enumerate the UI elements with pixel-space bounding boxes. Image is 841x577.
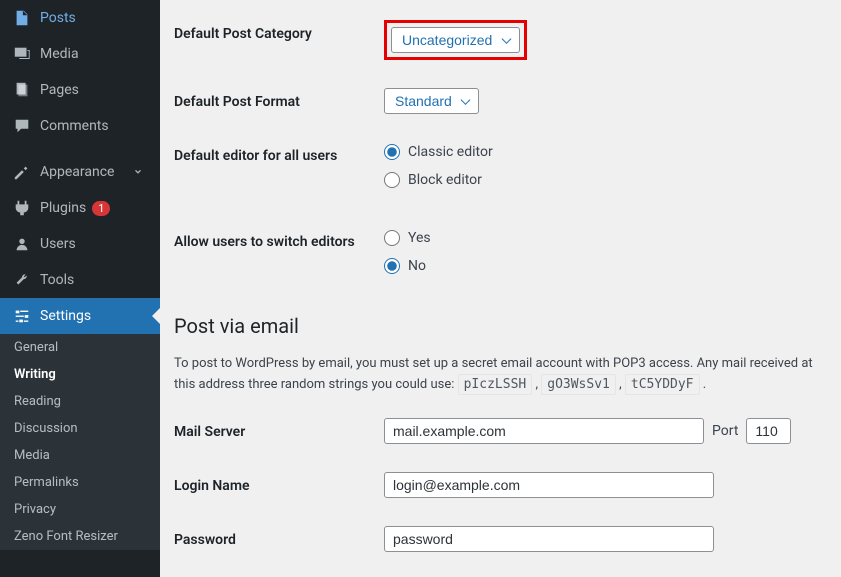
- sidebar-item-comments[interactable]: Comments: [0, 108, 160, 144]
- sidebar-item-posts[interactable]: Posts: [0, 0, 160, 36]
- mail-server-label: Mail Server: [174, 418, 384, 440]
- submenu-item-privacy[interactable]: Privacy: [0, 496, 160, 523]
- tools-icon: [12, 270, 32, 290]
- sidebar-item-label: Media: [40, 46, 79, 62]
- users-icon: [12, 234, 32, 254]
- password-input[interactable]: [384, 526, 714, 552]
- plugins-icon: [12, 198, 32, 218]
- submenu-item-reading[interactable]: Reading: [0, 388, 160, 415]
- submenu-item-writing[interactable]: Writing: [0, 361, 160, 388]
- default-post-format-label: Default Post Format: [174, 88, 384, 110]
- sidebar-item-label: Tools: [40, 272, 74, 288]
- radio-switch-yes[interactable]: Yes: [384, 230, 831, 246]
- sidebar-item-appearance[interactable]: Appearance: [0, 154, 160, 190]
- radio-label: Yes: [408, 230, 431, 246]
- radio-switch-yes-input[interactable]: [384, 230, 400, 246]
- sidebar-item-label: Pages: [40, 82, 79, 98]
- radio-block-editor-input[interactable]: [384, 172, 400, 188]
- post-via-email-heading: Post via email: [174, 314, 831, 338]
- default-editor-label: Default editor for all users: [174, 142, 384, 164]
- submenu-item-discussion[interactable]: Discussion: [0, 415, 160, 442]
- appearance-icon: [12, 162, 32, 182]
- posts-icon: [12, 8, 32, 28]
- admin-sidebar: Posts Media Pages Comments Appearance Pl…: [0, 0, 160, 577]
- sidebar-item-pages[interactable]: Pages: [0, 72, 160, 108]
- password-label: Password: [174, 526, 384, 548]
- port-label: Port: [712, 423, 738, 439]
- login-name-label: Login Name: [174, 472, 384, 494]
- sidebar-item-settings[interactable]: Settings: [0, 298, 160, 334]
- submenu-item-zeno-font-resizer[interactable]: Zeno Font Resizer: [0, 523, 160, 550]
- allow-switch-label: Allow users to switch editors: [174, 228, 384, 250]
- mail-server-input[interactable]: [384, 418, 704, 444]
- submenu-item-media[interactable]: Media: [0, 442, 160, 469]
- submenu-item-general[interactable]: General: [0, 334, 160, 361]
- login-name-input[interactable]: [384, 472, 714, 498]
- media-icon: [12, 44, 32, 64]
- port-input[interactable]: [746, 418, 791, 444]
- default-post-category-label: Default Post Category: [174, 20, 384, 42]
- random-string-code: pIczLSSH: [458, 374, 533, 395]
- submenu-item-permalinks[interactable]: Permalinks: [0, 469, 160, 496]
- settings-icon: [12, 306, 32, 326]
- sidebar-item-plugins[interactable]: Plugins 1: [0, 190, 160, 226]
- radio-classic-editor[interactable]: Classic editor: [384, 144, 831, 160]
- default-post-format-select[interactable]: Standard: [384, 88, 479, 114]
- sidebar-item-label: Comments: [40, 118, 109, 134]
- radio-label: Classic editor: [408, 144, 493, 160]
- chevron-down-icon: [128, 162, 148, 182]
- post-via-email-description: To post to WordPress by email, you must …: [174, 354, 831, 396]
- sidebar-item-label: Plugins: [40, 200, 86, 216]
- highlighted-field: Uncategorized: [384, 20, 527, 60]
- plugins-badge: 1: [92, 201, 110, 216]
- sidebar-item-label: Settings: [40, 308, 91, 324]
- radio-label: Block editor: [408, 172, 482, 188]
- comments-icon: [12, 116, 32, 136]
- sidebar-item-media[interactable]: Media: [0, 36, 160, 72]
- content-area: Default Post Category Uncategorized Defa…: [160, 0, 841, 577]
- pages-icon: [12, 80, 32, 100]
- settings-submenu: General Writing Reading Discussion Media…: [0, 334, 160, 550]
- sidebar-item-tools[interactable]: Tools: [0, 262, 160, 298]
- random-string-code: gO3WsSv1: [541, 374, 616, 395]
- radio-block-editor[interactable]: Block editor: [384, 172, 831, 188]
- sidebar-item-label: Posts: [40, 10, 76, 26]
- radio-switch-no-input[interactable]: [384, 258, 400, 274]
- sidebar-item-label: Appearance: [40, 164, 114, 180]
- random-string-code: tC5YDDyF: [625, 374, 700, 395]
- radio-switch-no[interactable]: No: [384, 258, 831, 274]
- radio-classic-editor-input[interactable]: [384, 144, 400, 160]
- radio-label: No: [408, 258, 426, 274]
- sidebar-item-users[interactable]: Users: [0, 226, 160, 262]
- sidebar-item-label: Users: [40, 236, 76, 252]
- default-post-category-select[interactable]: Uncategorized: [391, 27, 520, 53]
